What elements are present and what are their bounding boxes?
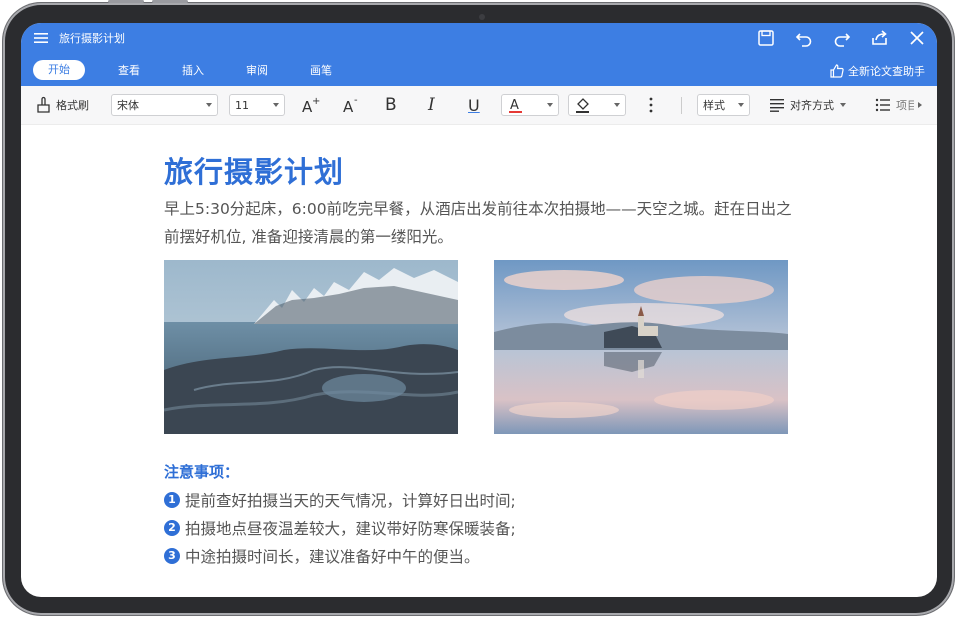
font-size-value: 11 <box>235 98 249 112</box>
help-label: 全新论文查助手 <box>848 65 925 78</box>
list-menu[interactable]: 项目 <box>875 94 927 116</box>
thumbs-up-icon <box>830 64 844 78</box>
undo-icon[interactable] <box>794 28 814 48</box>
front-camera <box>479 14 485 20</box>
font-family-value: 宋体 <box>117 99 139 112</box>
hardware-button <box>152 0 188 3</box>
coastal-mountain-photo <box>164 260 458 434</box>
tab-insert[interactable]: 插入 <box>161 62 225 78</box>
font-size-select[interactable]: 11 <box>229 94 285 116</box>
intro-paragraph: 早上5:30分起床，6:00前吃完早餐，从酒店出发前往本次拍摄地——天空之城。赶… <box>164 200 792 246</box>
alignment-menu[interactable]: 对齐方式 <box>769 94 846 116</box>
tab-pen[interactable]: 画笔 <box>289 62 353 78</box>
font-color-picker[interactable]: A <box>501 94 559 116</box>
tab-view[interactable]: 查看 <box>97 62 161 78</box>
number-badge: 2 <box>164 520 180 536</box>
number-badge: 1 <box>164 492 180 508</box>
document-heading: 旅行摄影计划 <box>164 155 345 189</box>
format-toolbar: 格式刷 宋体 11 A + A - B I U A 样式 对齐方式 项目 <box>21 86 937 125</box>
paper-check-assistant[interactable]: 全新论文查助手 <box>830 63 925 79</box>
highlight-color-picker[interactable] <box>568 94 626 116</box>
close-icon[interactable] <box>907 28 927 48</box>
chevron-down-icon <box>547 103 553 107</box>
list-label: 项目 <box>896 99 914 112</box>
redo-icon[interactable] <box>832 28 852 48</box>
note-text: 拍摄地点昼夜温差较大，建议带好防寒保暖装备; <box>185 520 516 538</box>
font-color-icon: A <box>509 98 522 113</box>
menu-icon[interactable] <box>33 31 49 45</box>
format-painter-button[interactable]: 格式刷 <box>35 94 89 116</box>
list-item: 3 中途拍摄时间长，建议准备好中午的便当。 <box>164 545 480 567</box>
increase-font-icon[interactable]: A + <box>300 95 322 115</box>
svg-text:A: A <box>343 98 354 115</box>
lake-castle-photo <box>494 260 788 434</box>
document-title: 旅行摄影计划 <box>59 32 125 45</box>
chevron-down-icon <box>273 103 279 107</box>
svg-text:+: + <box>312 96 320 107</box>
note-text: 提前查好拍摄当天的天气情况，计算好日出时间; <box>185 492 516 510</box>
divider <box>681 97 682 114</box>
note-text: 中途拍摄时间长，建议准备好中午的便当。 <box>185 548 480 566</box>
share-icon[interactable] <box>870 28 890 48</box>
fill-bucket-icon <box>576 98 589 113</box>
tab-home[interactable]: 开始 <box>33 60 85 80</box>
document-canvas[interactable]: 旅行摄影计划 早上5:30分起床，6:00前吃完早餐，从酒店出发前往本次拍摄地—… <box>21 125 937 597</box>
save-icon[interactable] <box>756 28 776 48</box>
format-painter-icon <box>37 96 50 113</box>
styles-select[interactable]: 样式 <box>697 94 750 116</box>
chevron-down-icon <box>738 103 744 107</box>
bullet-list-icon <box>875 98 890 112</box>
align-label: 对齐方式 <box>790 99 834 112</box>
title-bar: 旅行摄影计划 开始 查看 插入 审阅 画笔 全新论文查助手 <box>21 23 937 86</box>
align-icon <box>770 99 784 112</box>
font-family-select[interactable]: 宋体 <box>111 94 218 116</box>
italic-button[interactable]: I <box>428 94 435 116</box>
chevron-right-icon <box>918 102 922 108</box>
svg-text:A: A <box>510 98 519 113</box>
list-item: 1 提前查好拍摄当天的天气情况，计算好日出时间; <box>164 489 516 511</box>
decrease-font-icon[interactable]: A - <box>341 95 363 115</box>
svg-text:-: - <box>354 95 358 106</box>
chevron-down-icon <box>206 103 212 107</box>
chevron-down-icon <box>840 103 846 107</box>
underline-button[interactable]: U <box>468 94 480 116</box>
ribbon-tabs: 开始 查看 插入 审阅 画笔 <box>33 59 353 81</box>
notes-title: 注意事项： <box>164 463 240 481</box>
tab-review[interactable]: 审阅 <box>225 62 289 78</box>
styles-label: 样式 <box>703 99 725 112</box>
bold-button[interactable]: B <box>385 94 397 116</box>
more-options-icon[interactable] <box>645 96 657 114</box>
list-item: 2 拍摄地点昼夜温差较大，建议带好防寒保暖装备; <box>164 517 516 539</box>
format-painter-label: 格式刷 <box>56 99 89 112</box>
hardware-button <box>108 0 144 3</box>
screen: 旅行摄影计划 开始 查看 插入 审阅 画笔 全新论文查助手 格式刷 宋体 11 … <box>21 23 937 597</box>
number-badge: 3 <box>164 548 180 564</box>
chevron-down-icon <box>614 103 620 107</box>
